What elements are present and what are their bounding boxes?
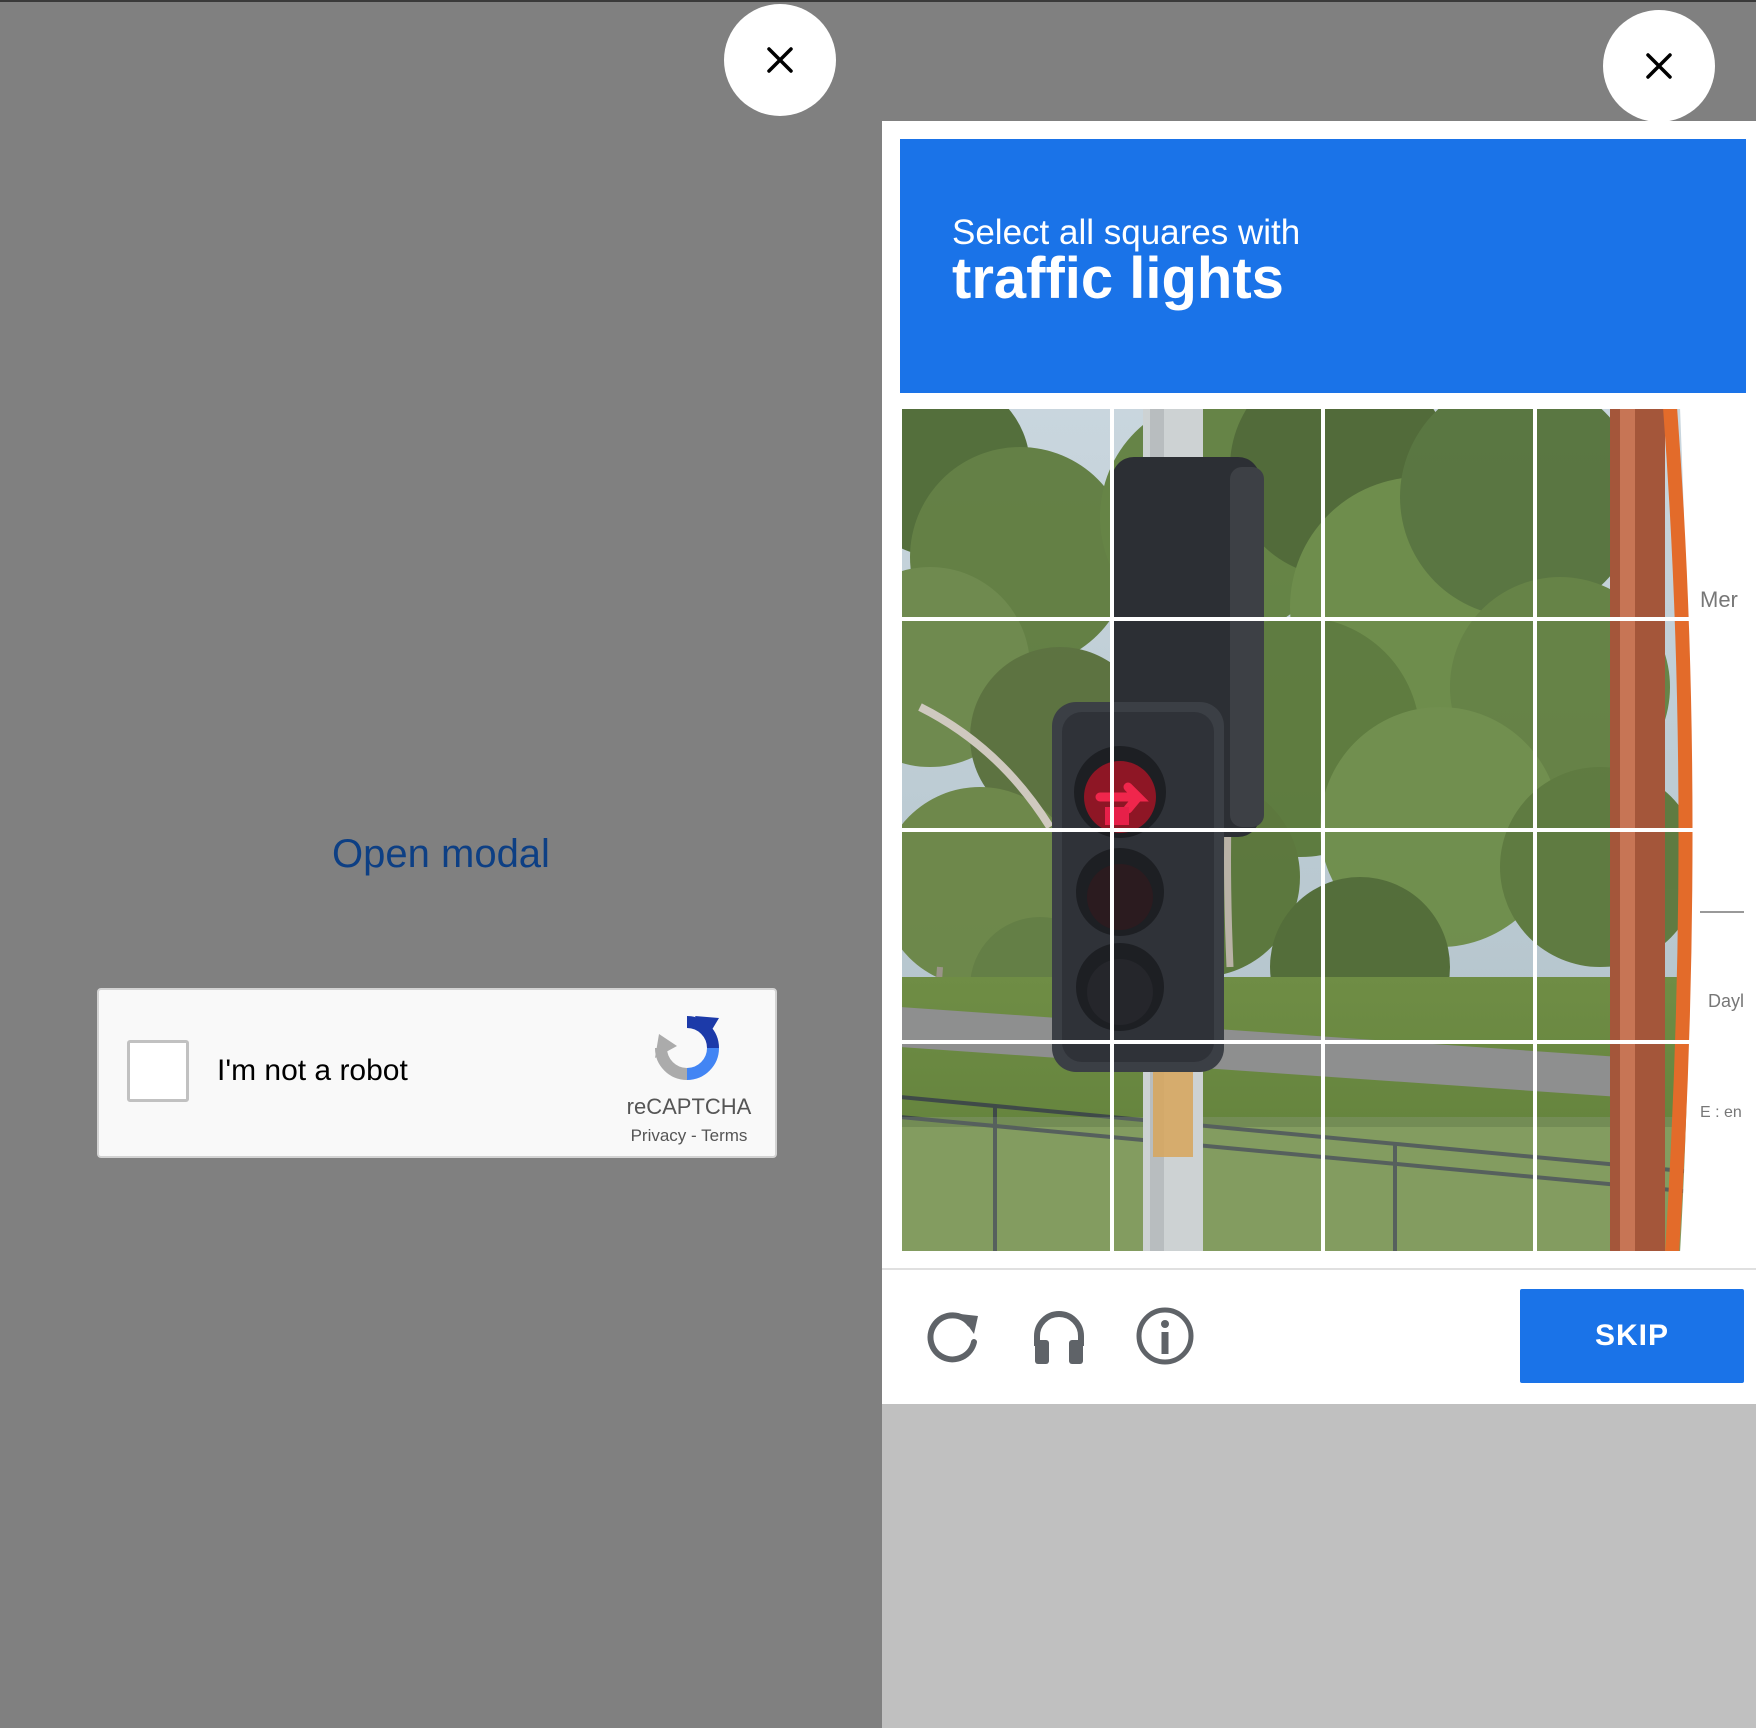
- skip-button[interactable]: SKIP: [1520, 1289, 1744, 1383]
- recaptcha-logo-icon: [655, 1016, 719, 1080]
- links-separator: -: [691, 1126, 697, 1145]
- headphones-icon[interactable]: [1027, 1304, 1091, 1368]
- close-button-right[interactable]: [1603, 10, 1715, 122]
- not-robot-checkbox[interactable]: [127, 1040, 189, 1102]
- grid-tile[interactable]: [900, 830, 1112, 1042]
- terms-link[interactable]: Terms: [701, 1126, 747, 1145]
- recaptcha-links: Privacy - Terms: [609, 1126, 769, 1146]
- close-icon: [767, 47, 793, 73]
- instruction-target: traffic lights: [952, 246, 1284, 311]
- grid-tile[interactable]: [1111, 1041, 1323, 1253]
- close-button-left[interactable]: [724, 4, 836, 116]
- recaptcha-brand: reCAPTCHA: [626, 1094, 752, 1119]
- captcha-challenge-dialog: Select all squares with traffic lights M…: [882, 121, 1756, 1404]
- footer-divider: [882, 1268, 1756, 1270]
- grid-tile[interactable]: [900, 618, 1112, 830]
- right-lower-backdrop: [882, 1404, 1756, 1728]
- grid-tile[interactable]: [1111, 830, 1323, 1042]
- grid-tile[interactable]: [1323, 618, 1535, 830]
- grid-tile[interactable]: [1534, 830, 1746, 1042]
- image-grid: Mer Dayl E : en: [900, 407, 1746, 1253]
- grid-tile[interactable]: [1534, 407, 1746, 619]
- tile-layer: [900, 407, 1746, 1253]
- grid-tile[interactable]: [900, 407, 1112, 619]
- challenge-header: Select all squares with traffic lights: [900, 139, 1746, 393]
- privacy-link[interactable]: Privacy: [631, 1126, 687, 1145]
- grid-tile[interactable]: [900, 1041, 1112, 1253]
- open-modal-link[interactable]: Open modal: [0, 832, 882, 877]
- grid-tile[interactable]: [1323, 1041, 1535, 1253]
- grid-tile[interactable]: [1323, 830, 1535, 1042]
- recaptcha-widget: I'm not a robot reCAPTCHA Privacy - Term…: [97, 988, 777, 1158]
- grid-tile[interactable]: [1111, 407, 1323, 619]
- reload-icon[interactable]: [920, 1304, 984, 1368]
- grid-tile[interactable]: [1323, 407, 1535, 619]
- not-robot-label: I'm not a robot: [217, 1054, 408, 1087]
- info-icon[interactable]: [1133, 1304, 1197, 1368]
- grid-tile[interactable]: [1534, 618, 1746, 830]
- grid-tile[interactable]: [1111, 618, 1323, 830]
- close-icon: [1646, 53, 1672, 79]
- grid-tile[interactable]: [1534, 1041, 1746, 1253]
